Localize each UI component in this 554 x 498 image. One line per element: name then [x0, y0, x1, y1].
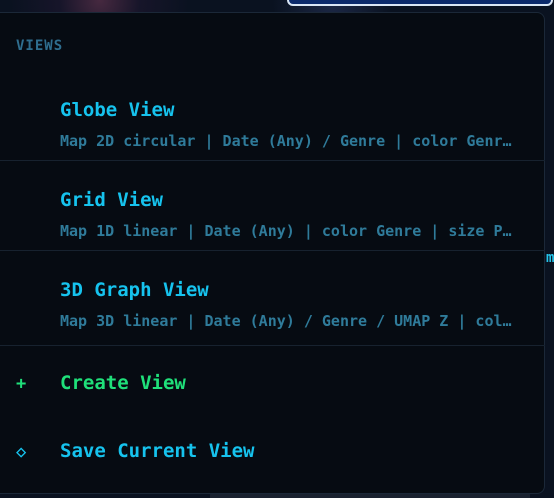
view-item-grid[interactable]: Grid View Map 1D linear | Date (Any) | c…: [0, 161, 545, 251]
save-current-view-button[interactable]: ◇ Save Current View: [0, 426, 545, 482]
view-description: Map 3D linear | Date (Any) / Genre / UMA…: [60, 312, 518, 330]
plus-icon: +: [16, 374, 27, 394]
view-title: Grid View: [60, 189, 163, 211]
view-title: 3D Graph View: [60, 279, 209, 301]
create-view-button[interactable]: + Create View: [0, 358, 545, 414]
view-item-globe[interactable]: Globe View Map 2D circular | Date (Any) …: [0, 71, 545, 161]
views-dropdown-menu: VIEWS Globe View Map 2D circular | Date …: [0, 12, 545, 494]
diamond-icon: ◇: [16, 442, 27, 462]
view-item-3d-graph[interactable]: 3D Graph View Map 3D linear | Date (Any)…: [0, 251, 545, 346]
save-current-view-label: Save Current View: [60, 440, 255, 462]
section-label-views: VIEWS: [16, 38, 64, 54]
view-title: Globe View: [60, 99, 175, 121]
edge-marker: m: [546, 250, 554, 266]
top-toolbar-edge: [287, 0, 553, 6]
view-description: Map 1D linear | Date (Any) | color Genre…: [60, 222, 518, 240]
view-description: Map 2D circular | Date (Any) / Genre | c…: [60, 132, 518, 150]
create-view-label: Create View: [60, 372, 186, 394]
